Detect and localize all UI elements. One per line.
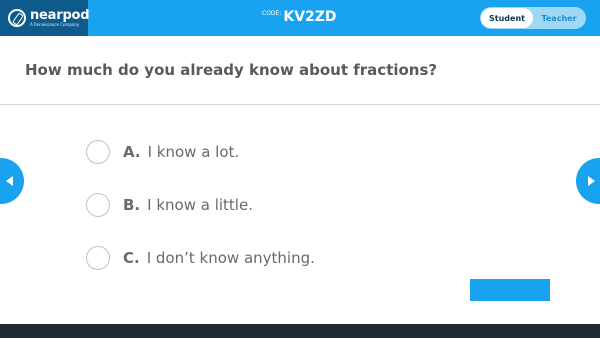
brand-logo: nearpod A Renaissance Company (0, 0, 90, 36)
session-code-label: CODE: (262, 10, 282, 17)
divider (0, 104, 600, 105)
top-bar: nearpod A Renaissance Company CODE: KV2Z… (0, 0, 600, 36)
option-text: I don’t know anything. (146, 249, 315, 267)
brand-name: nearpod (30, 8, 90, 23)
submit-button[interactable] (470, 279, 550, 301)
teacher-toggle-button[interactable]: Teacher (534, 8, 584, 28)
student-toggle-button[interactable]: Student (481, 8, 533, 28)
role-toggle: Student Teacher (480, 7, 586, 29)
radio-button-a[interactable] (86, 140, 110, 164)
answer-option-c[interactable]: C. I don’t know anything. (86, 245, 315, 271)
nearpod-logo-icon (8, 9, 26, 27)
option-text: I know a little. (147, 196, 253, 214)
radio-button-b[interactable] (86, 193, 110, 217)
chevron-left-icon (5, 176, 13, 186)
session-code: CODE: KV2ZD (262, 9, 337, 25)
next-slide-button[interactable] (576, 158, 600, 204)
logo-wordmark: nearpod A Renaissance Company (30, 8, 90, 27)
option-letter: B. (123, 196, 141, 214)
bottom-bar (0, 324, 600, 338)
brand-tagline: A Renaissance Company (30, 22, 80, 27)
answer-option-b[interactable]: B. I know a little. (86, 192, 253, 218)
previous-slide-button[interactable] (0, 158, 24, 204)
answer-option-a[interactable]: A. I know a lot. (86, 139, 239, 165)
session-code-value: KV2ZD (283, 9, 337, 25)
question-text: How much do you already know about fract… (25, 61, 438, 79)
option-text: I know a lot. (147, 143, 240, 161)
option-letter: C. (123, 249, 140, 267)
option-letter: A. (123, 143, 141, 161)
chevron-right-icon (587, 176, 595, 186)
radio-button-c[interactable] (86, 246, 110, 270)
